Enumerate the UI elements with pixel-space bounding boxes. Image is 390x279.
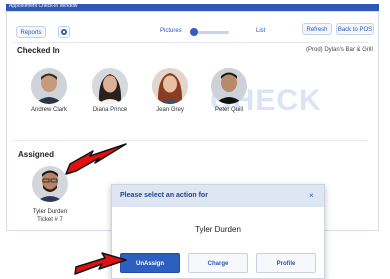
list-view-label[interactable]: List <box>256 28 265 34</box>
toolbar-divider <box>14 42 368 43</box>
pictures-view-label[interactable]: Pictures <box>160 28 182 34</box>
window-titlebar: Appointment Check-in Window <box>6 3 379 11</box>
avatar-diana-prince[interactable] <box>92 68 128 104</box>
red-arrow-icon <box>65 143 127 175</box>
dialog-title: Please select an action for <box>120 192 208 199</box>
person-name: Jean Grey <box>156 107 184 113</box>
action-dialog: Please select an action for × Tyler Durd… <box>111 184 325 279</box>
window-title: Appointment Check-in Window <box>9 3 78 9</box>
reports-button[interactable]: Reports <box>16 26 46 38</box>
back-to-pos-button[interactable]: Back to POS <box>336 23 374 35</box>
person-name: Peter Quill <box>214 107 243 113</box>
avatar-jean-grey[interactable] <box>152 68 188 104</box>
avatar-andrew-clark[interactable] <box>31 68 67 104</box>
assigned-person-name: Tyler Durden <box>32 209 68 215</box>
person-name: Diana Prince <box>92 107 128 113</box>
gear-icon <box>61 29 67 35</box>
assigned-heading: Assigned <box>18 150 55 159</box>
person-photo <box>152 68 188 104</box>
avatar-peter-quill[interactable] <box>211 68 247 104</box>
refresh-button[interactable]: Refresh <box>302 23 332 35</box>
view-toggle-thumb[interactable] <box>190 28 198 36</box>
person-photo <box>211 68 247 104</box>
charge-button[interactable]: Charge <box>188 253 248 273</box>
dialog-person-name: Tyler Durden <box>195 225 241 234</box>
person-name: Andrew Clark <box>30 107 67 113</box>
person-photo <box>92 68 128 104</box>
location-label: (Prod) Dylan's Bar & Grill <box>306 47 373 53</box>
profile-button[interactable]: Profile <box>256 253 316 273</box>
checked-in-heading: Checked In <box>17 46 60 55</box>
close-icon[interactable]: × <box>309 191 314 200</box>
assigned-ticket: Ticket # 7 <box>37 217 63 223</box>
red-arrow-icon <box>74 252 127 275</box>
settings-button[interactable] <box>58 26 70 38</box>
person-photo <box>31 68 67 104</box>
